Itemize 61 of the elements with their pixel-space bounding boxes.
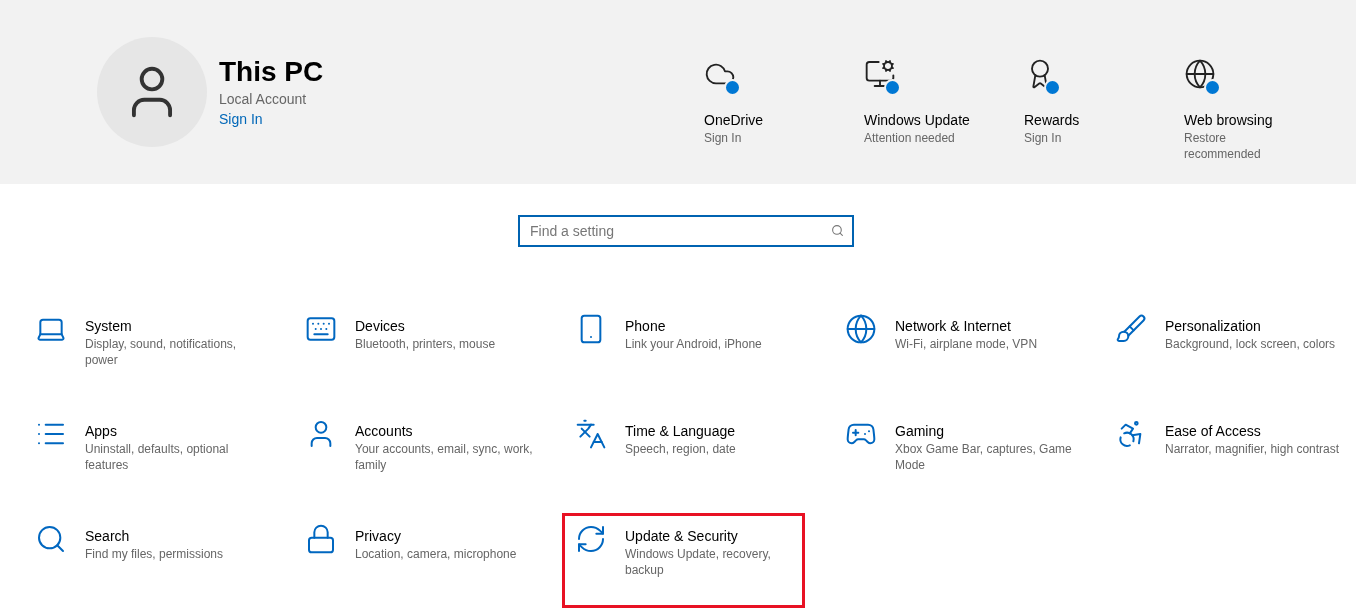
category-description: Xbox Game Bar, captures, Game Mode [895,441,1073,473]
sign-in-link[interactable]: Sign In [219,109,324,129]
category-description: Find my files, permissions [85,546,225,562]
category-icon [845,313,877,345]
status-subtitle: Restore recommended [1184,130,1262,162]
category-title: Search [85,527,131,546]
category-icon [1115,313,1147,345]
category-description: Link your Android, iPhone [625,336,763,352]
settings-category[interactable]: Devices Bluetooth, printers, mouse [292,303,535,398]
category-description: Display, sound, notifications, power [85,336,238,368]
status-title: Rewards [1024,111,1080,130]
category-description: Windows Update, recovery, backup [625,546,772,578]
settings-category[interactable]: Privacy Location, camera, microphone [292,513,535,608]
category-title: Gaming [895,422,946,441]
settings-category[interactable]: Phone Link your Android, iPhone [562,303,805,398]
category-title: Privacy [355,527,402,546]
settings-category[interactable]: Gaming Xbox Game Bar, captures, Game Mode [832,408,1075,503]
category-description: Background, lock screen, colors [1165,336,1337,352]
status-title: OneDrive [704,111,764,130]
category-title: Accounts [355,422,414,441]
status-item[interactable]: Windows Update Attention needed [864,58,1024,184]
category-description: Location, camera, microphone [355,546,518,562]
settings-category[interactable]: Time & Language Speech, region, date [562,408,805,503]
settings-category[interactable]: Personalization Background, lock screen, colors [1102,303,1345,398]
settings-category[interactable]: Network & Internet Wi-Fi, airplane mode, VPN [832,303,1075,398]
settings-category[interactable]: Apps Uninstall, defaults, optional features [22,408,265,503]
category-description: Narrator, magnifier, high contrast [1165,441,1341,457]
status-subtitle: Sign In [704,130,743,146]
category-title: Network & Internet [895,317,1012,336]
category-description: Speech, region, date [625,441,737,457]
account-type: Local Account [219,90,308,109]
category-title: System [85,317,133,336]
status-title: Web browsing [1184,111,1273,130]
category-description: Uninstall, defaults, optional features [85,441,230,473]
search-field[interactable]: Find a setting [518,215,854,247]
category-description: Your accounts, email, sync, work, family [355,441,534,473]
category-title: Time & Language [625,422,736,441]
status-item[interactable]: Web browsing Restore recommended [1184,58,1344,184]
settings-category[interactable]: Search Find my files, permissions [22,513,265,608]
settings-category[interactable]: Update & Security Windows Update, recovery, backup [562,513,805,608]
category-title: Update & Security [625,527,739,546]
category-title: Devices [355,317,406,336]
category-title: Ease of Access [1165,422,1262,441]
category-icon [575,523,607,555]
category-title: Phone [625,317,667,336]
account-name: This PC [219,55,324,89]
status-subtitle: Sign In [1024,130,1063,146]
category-description: Wi-Fi, airplane mode, VPN [895,336,1039,352]
status-title: Windows Update [864,111,970,130]
status-item[interactable]: OneDrive Sign In [704,58,864,184]
settings-category[interactable]: Accounts Your accounts, email, sync, work, family [292,408,535,503]
settings-category[interactable]: Ease of Access Narrator, magnifier, high contrast [1102,408,1345,503]
category-icon [305,523,337,555]
category-icon [575,418,607,450]
category-title: Apps [85,422,118,441]
search-icon [831,224,844,237]
category-title: Personalization [1165,317,1262,336]
settings-category[interactable]: System Display, sound, notifications, power [22,303,265,398]
category-description: Bluetooth, printers, mouse [355,336,497,352]
category-icon [35,523,67,555]
status-subtitle: Attention needed [864,130,956,146]
